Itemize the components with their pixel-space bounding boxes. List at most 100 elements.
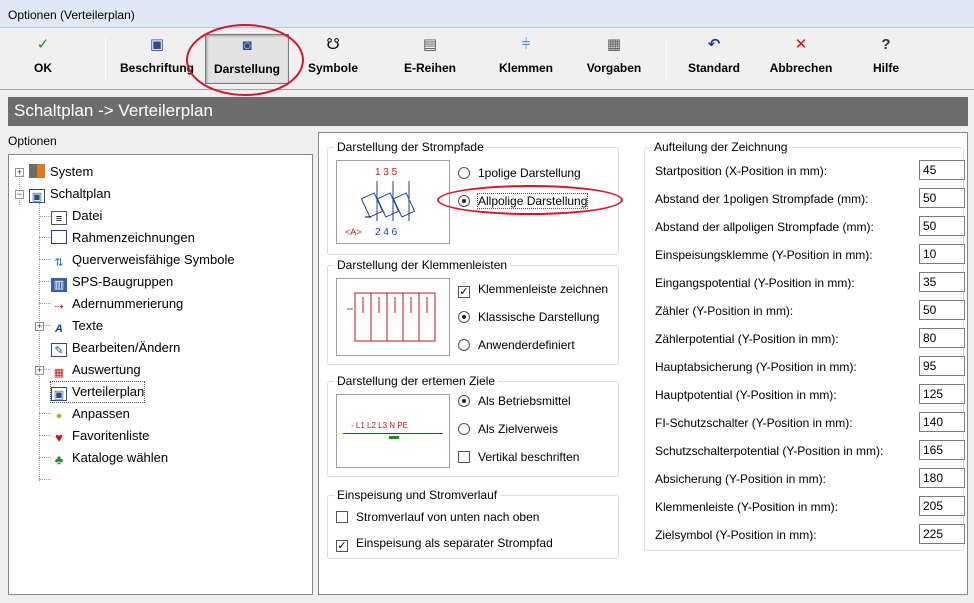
- klemmenleisten-group: Darstellung der Klemmenleisten ✓ Klemmenl…: [327, 258, 619, 365]
- fi-schutzschalter-input[interactable]: [919, 412, 965, 432]
- symbole-button[interactable]: ☋ Symbole: [298, 34, 368, 84]
- checked-icon: ✓: [458, 286, 470, 298]
- schutzschalterpotential-input[interactable]: [919, 440, 965, 460]
- hauptpotential-input[interactable]: [919, 384, 965, 404]
- collapse-icon[interactable]: −: [15, 190, 24, 199]
- page-title: Schaltplan -> Verteilerplan: [14, 101, 213, 120]
- startposition-input[interactable]: [919, 160, 965, 180]
- expand-icon[interactable]: +: [15, 168, 24, 177]
- options-tree[interactable]: + System − ▣ Schaltplan ≡ Datei Rahmenzeic…: [8, 154, 313, 595]
- tree-title: Optionen: [8, 134, 57, 148]
- undo-icon: ↶: [707, 36, 721, 53]
- display-icon: ◙: [242, 37, 252, 54]
- radio-klassisch[interactable]: Klassische Darstellung: [458, 308, 599, 326]
- evaluation-icon: ▦: [53, 367, 65, 379]
- window-title: Optionen (Verteilerplan): [8, 8, 135, 22]
- tree-item-bearbeiten[interactable]: ✎ Bearbeiten/Ändern: [51, 338, 180, 358]
- absicherung-input[interactable]: [919, 468, 965, 488]
- tree-item-sps[interactable]: ▥ SPS-Baugruppen: [51, 272, 173, 292]
- field-startposition: Startposition (X-Position in mm):: [655, 160, 965, 184]
- wire-number-icon: ⇢: [54, 301, 64, 313]
- preview-mark: [389, 436, 399, 439]
- check-icon: ✓: [36, 36, 50, 53]
- radio-allpolig[interactable]: Allpolige Darstellung: [458, 192, 589, 210]
- terminal-strip-symbol: [347, 292, 436, 342]
- tree-line: [39, 435, 51, 436]
- radio-als-betriebsmittel[interactable]: Als Betriebsmittel: [458, 392, 571, 410]
- tree-item-auswertung[interactable]: ▦ Auswertung: [51, 360, 141, 380]
- e-reihen-button[interactable]: ▤ E-Reihen: [390, 34, 470, 84]
- preview-bottom-numbers: 2 4 6: [375, 227, 398, 238]
- heart-icon: ♥: [55, 430, 63, 445]
- zaehler-input[interactable]: [919, 300, 965, 320]
- hilfe-button[interactable]: ? Hilfe: [858, 34, 914, 84]
- field-zaehlerpotential: Zählerpotential (Y-Position in mm):: [655, 328, 965, 352]
- field-hauptpotential: Hauptpotential (Y-Position in mm):: [655, 384, 965, 408]
- settings-content: Darstellung der Strompfade 1 3 5 <A> 2 4…: [318, 132, 968, 595]
- expand-icon[interactable]: +: [35, 322, 44, 331]
- tree-item-kataloge[interactable]: ♣ Kataloge wählen: [51, 448, 168, 468]
- terminal-icon: ⫩: [521, 36, 531, 53]
- tree-item-rahmenzeichnungen[interactable]: Rahmenzeichnungen: [51, 228, 195, 248]
- catalog-icon: ♣: [54, 452, 64, 467]
- group-title: Darstellung der Strompfade: [334, 140, 487, 154]
- group-title: Darstellung der ertemen Ziele: [334, 374, 499, 388]
- edit-icon: ✎: [51, 343, 67, 357]
- check-einspeisung-separat[interactable]: ✓ Einspeisung als separater Strompfad: [336, 534, 553, 552]
- abstand-allpolig-input[interactable]: [919, 216, 965, 236]
- tree-item-datei[interactable]: ≡ Datei: [51, 206, 102, 226]
- klemmenleiste-input[interactable]: [919, 496, 965, 516]
- field-zaehler: Zähler (Y-Position in mm):: [655, 300, 965, 324]
- tree-item-favoritenliste[interactable]: ♥ Favoritenliste: [51, 426, 149, 446]
- ziele-group: Darstellung der ertemen Ziele - L1 L2 L3…: [327, 374, 619, 477]
- check-stromverlauf[interactable]: Stromverlauf von unten nach oben: [336, 508, 539, 526]
- distribution-plan-icon: ▣: [51, 387, 67, 401]
- tree-item-adernummerierung[interactable]: ⇢ Adernummerierung: [51, 294, 183, 314]
- abstand-1polig-input[interactable]: [919, 188, 965, 208]
- radio-1polig[interactable]: 1polige Darstellung: [458, 164, 581, 182]
- checkbox-icon: [458, 451, 470, 463]
- ok-button[interactable]: ✓ OK: [18, 34, 68, 84]
- toolbar-separator: [666, 38, 667, 80]
- abbrechen-button[interactable]: ✕ Abbrechen: [760, 34, 842, 84]
- radio-anwenderdefiniert[interactable]: Anwenderdefiniert: [458, 336, 575, 354]
- klemmen-button[interactable]: ⫩ Klemmen: [486, 34, 566, 84]
- darstellung-button[interactable]: ◙ Darstellung: [205, 34, 289, 84]
- check-klemmenleiste-zeichnen[interactable]: ✓ Klemmenleiste zeichnen: [458, 280, 608, 298]
- beschriftung-button[interactable]: ▣ Beschriftung: [112, 34, 202, 84]
- field-klemmenleiste: Klemmenleiste (Y-Position in mm):: [655, 496, 965, 520]
- toolbar: ✓ OK ▣ Beschriftung ◙ Darstellung ☋ Symb…: [0, 28, 974, 90]
- zielsymbol-input[interactable]: [919, 524, 965, 544]
- tree-item-querverweis[interactable]: ⇅ Querverweisfähige Symbole: [51, 250, 234, 270]
- field-fi-schutzschalter: FI-Schutzschalter (Y-Position in mm):: [655, 412, 965, 436]
- radio-icon: [458, 311, 470, 323]
- tree-line: [39, 216, 51, 217]
- expand-icon[interactable]: +: [35, 366, 44, 375]
- field-einspeisungsklemme: Einspeisungsklemme (Y-Position in mm):: [655, 244, 965, 268]
- einspeisungsklemme-input[interactable]: [919, 244, 965, 264]
- tree-item-verteilerplan[interactable]: ▣ Verteilerplan: [49, 381, 146, 403]
- field-eingangspotential: Eingangspotential (Y-Position in mm):: [655, 272, 965, 296]
- tree-item-system[interactable]: System: [29, 162, 93, 182]
- radio-als-zielverweis[interactable]: Als Zielverweis: [458, 420, 558, 438]
- tree-item-anpassen[interactable]: ✦ Anpassen: [51, 404, 129, 424]
- tree-item-schaltplan[interactable]: ▣ Schaltplan: [29, 184, 111, 204]
- defaults-icon: ▦: [606, 36, 622, 53]
- checked-icon: ✓: [336, 540, 348, 552]
- preview-target-labels: - L1 L2 L3 N PE: [351, 421, 408, 430]
- preview-line: [343, 433, 443, 434]
- field-abstand-allpolig: Abstand der allpoligen Strompfade (mm):: [655, 216, 965, 240]
- tree-line: [39, 237, 51, 238]
- check-vertikal-beschriften[interactable]: Vertikal beschriften: [458, 448, 579, 466]
- radio-icon: [458, 167, 470, 179]
- field-abstand-1polig: Abstand der 1poligen Strompfade (mm):: [655, 188, 965, 212]
- tree-line: [39, 259, 51, 260]
- standard-button[interactable]: ↶ Standard: [676, 34, 752, 84]
- radio-icon: [458, 423, 470, 435]
- eingangspotential-input[interactable]: [919, 272, 965, 292]
- hauptabsicherung-input[interactable]: [919, 356, 965, 376]
- tree-item-texte[interactable]: A Texte: [51, 316, 103, 336]
- vorgaben-button[interactable]: ▦ Vorgaben: [574, 34, 654, 84]
- zaehlerpotential-input[interactable]: [919, 328, 965, 348]
- toolbar-separator: [105, 38, 106, 80]
